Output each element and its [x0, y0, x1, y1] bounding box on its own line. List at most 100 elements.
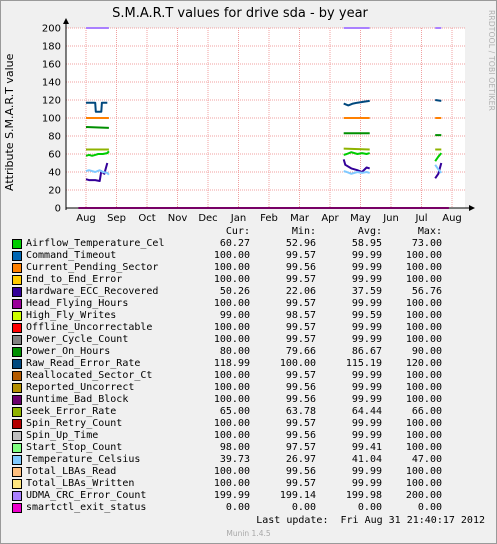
legend-cur-value: 50.26: [219, 286, 250, 297]
legend-max-value: 90.00: [411, 346, 442, 357]
legend-series-name: Raw_Read_Error_Rate: [26, 358, 141, 369]
legend-min-value: 63.78: [285, 406, 316, 417]
legend-series-name: Total_LBAs_Written: [26, 478, 135, 489]
legend-min-value: 0.00: [291, 502, 316, 513]
x-tick-label: Oct: [138, 213, 155, 224]
legend-swatch: [12, 239, 22, 249]
legend-cur-value: 100.00: [213, 466, 250, 477]
legend-swatch: [12, 287, 22, 297]
legend-max-value: 100.00: [405, 322, 442, 333]
legend-min-value: 100.00: [279, 358, 316, 369]
legend-avg-value: 99.99: [351, 250, 382, 261]
legend-max-value: 120.00: [405, 358, 442, 369]
legend-item: End_to_End_Error 100.00 99.57 99.99 100.00: [10, 274, 490, 286]
legend-avg-value: 99.99: [351, 394, 382, 405]
legend-min-value: 199.14: [279, 490, 316, 501]
legend-series-name: Start_Stop_Count: [26, 442, 123, 453]
legend-series-name: Current_Pending_Sector: [26, 262, 159, 273]
last-update-label: Last update:: [256, 515, 329, 526]
legend-min-value: 26.97: [285, 454, 316, 465]
legend-series-name: Power_On_Hours: [26, 346, 111, 357]
legend-item: Runtime_Bad_Block 100.00 99.56 99.99 100.00: [10, 394, 490, 406]
legend-series-name: smartctl_exit_status: [26, 502, 147, 513]
x-tick-label: Jun: [382, 213, 399, 224]
legend-swatch: [12, 263, 22, 273]
legend-min-value: 52.96: [285, 238, 316, 249]
y-tick-label: 200: [42, 24, 61, 35]
legend-max-value: 56.76: [411, 286, 442, 297]
legend-avg-value: 99.99: [351, 334, 382, 345]
legend-cur-value: 100.00: [213, 370, 250, 381]
legend-swatch: [12, 335, 22, 345]
legend-swatch: [12, 491, 22, 501]
x-tick-label: Dec: [198, 213, 217, 224]
y-tick-label: 80: [48, 132, 61, 143]
legend-max-value: 73.00: [411, 238, 442, 249]
legend-min-value: 99.57: [285, 418, 316, 429]
munin-version: Munin 1.4.5: [226, 529, 271, 538]
legend-max-value: 100.00: [405, 382, 442, 393]
legend-header-max: Max:: [417, 226, 442, 237]
legend-avg-value: 99.99: [351, 274, 382, 285]
legend-header-avg: Avg:: [357, 226, 382, 237]
plot-area: [66, 28, 465, 208]
legend-avg-value: 86.67: [351, 346, 382, 357]
legend-min-value: 22.06: [285, 286, 316, 297]
legend-max-value: 100.00: [405, 250, 442, 261]
last-update: Last update: Fri Aug 31 21:40:17 2012: [256, 515, 485, 526]
legend-cur-value: 100.00: [213, 334, 250, 345]
legend-max-value: 100.00: [405, 430, 442, 441]
legend-swatch: [12, 467, 22, 477]
last-update-value: Fri Aug 31 21:40:17 2012: [340, 515, 486, 526]
legend-cur-value: 199.99: [213, 490, 250, 501]
legend-series-name: Power_Cycle_Count: [26, 334, 129, 345]
x-tick-label: Nov: [168, 213, 188, 224]
legend-cur-value: 100.00: [213, 262, 250, 273]
legend-avg-value: 64.44: [351, 406, 382, 417]
y-tick-label: 180: [42, 42, 61, 53]
x-tick-label: Mar: [290, 213, 310, 224]
legend-item: Spin_Up_Time 100.00 99.56 99.99 100.00: [10, 430, 490, 442]
legend-swatch: [12, 455, 22, 465]
legend-cur-value: 99.00: [219, 310, 250, 321]
legend-avg-value: 99.99: [351, 262, 382, 273]
legend-item: smartctl_exit_status 0.00 0.00 0.00 0.00: [10, 502, 490, 514]
legend-item: Reported_Uncorrect 100.00 99.56 99.99 100.00: [10, 382, 490, 394]
legend-max-value: 100.00: [405, 478, 442, 489]
legend-avg-value: 99.99: [351, 466, 382, 477]
y-tick-label: 140: [42, 78, 61, 89]
legend-item: Total_LBAs_Written 100.00 99.57 99.99 100.00: [10, 478, 490, 490]
y-axis-arrow: [63, 18, 69, 24]
legend-series-name: Reported_Uncorrect: [26, 382, 135, 393]
legend-cur-value: 65.00: [219, 406, 250, 417]
legend-max-value: 100.00: [405, 298, 442, 309]
legend-min-value: 97.57: [285, 442, 316, 453]
legend-series-name: End_to_End_Error: [26, 274, 123, 285]
x-tick-label: Apr: [321, 213, 339, 224]
legend-swatch: [12, 347, 22, 357]
legend-avg-value: 199.98: [345, 490, 382, 501]
legend-avg-value: 99.41: [351, 442, 382, 453]
legend-avg-value: 0.00: [357, 502, 382, 513]
legend-series-name: Head_Flying_Hours: [26, 298, 129, 309]
legend-avg-value: 99.99: [351, 430, 382, 441]
legend-cur-value: 98.00: [219, 442, 250, 453]
legend-avg-value: 99.59: [351, 310, 382, 321]
legend-swatch: [12, 503, 22, 513]
legend-min-value: 99.56: [285, 466, 316, 477]
legend-item: Spin_Retry_Count 100.00 99.57 99.99 100.00: [10, 418, 490, 430]
legend-max-value: 200.00: [405, 490, 442, 501]
x-tick-label: Jul: [414, 213, 427, 224]
legend-swatch: [12, 395, 22, 405]
x-tick-label: Aug: [76, 213, 96, 224]
legend-swatch: [12, 311, 22, 321]
legend-series-name: Spin_Retry_Count: [26, 418, 123, 429]
legend-swatch: [12, 383, 22, 393]
legend-series-name: Reallocated_Sector_Ct: [26, 370, 153, 381]
y-tick-label: 40: [48, 168, 61, 179]
legend-max-value: 47.00: [411, 454, 442, 465]
legend-min-value: 99.57: [285, 370, 316, 381]
legend-min-value: 99.56: [285, 262, 316, 273]
legend-item: Raw_Read_Error_Rate 118.99 100.00 115.19 120…: [10, 358, 490, 370]
legend-item: Reallocated_Sector_Ct 100.00 99.57 99.99 100…: [10, 370, 490, 382]
